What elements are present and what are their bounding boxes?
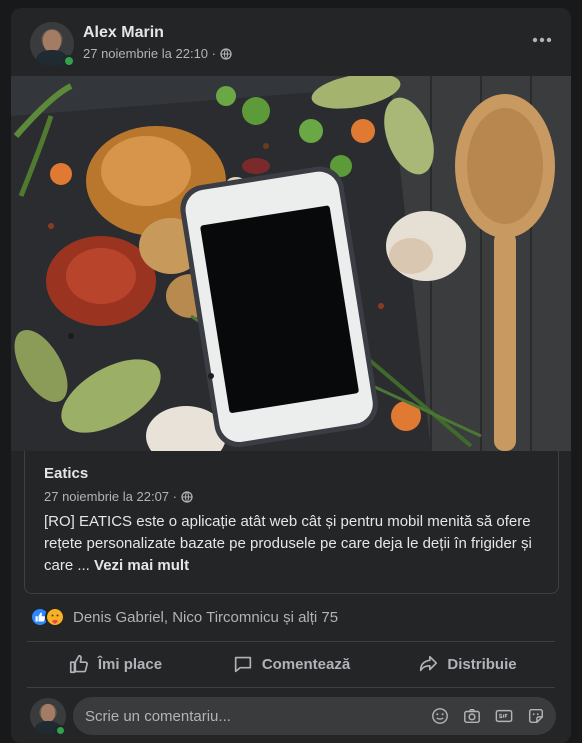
- comment-input-container: [73, 697, 556, 735]
- reaction-names[interactable]: Denis Gabriel, Nico Tircomnicu și alți 7…: [73, 609, 338, 626]
- like-label: Îmi place: [97, 655, 163, 673]
- camera-icon[interactable]: [462, 706, 482, 726]
- author-name[interactable]: Alex Marin: [83, 24, 164, 42]
- reactions-summary[interactable]: Denis Gabriel, Nico Tircomnicu și alți 7…: [30, 606, 338, 628]
- link-description: [RO] EATICS este o aplicație atât web câ…: [44, 511, 549, 577]
- link-meta: 27 noiembrie la 22:07 ·: [44, 489, 193, 504]
- care-icon: [45, 607, 65, 627]
- comment-label: Comentează: [261, 655, 351, 673]
- shared-link-preview[interactable]: Eatics 27 noiembrie la 22:07 · [RO] EATI…: [24, 451, 559, 594]
- online-status-dot: [63, 55, 75, 67]
- globe-icon: [220, 47, 232, 60]
- comment-input[interactable]: [73, 697, 413, 735]
- post-actions: Îmi place Comentează Distribuie: [27, 642, 555, 686]
- link-title[interactable]: Eatics: [44, 465, 88, 482]
- online-status-dot: [55, 725, 66, 736]
- post-meta: 27 noiembrie la 22:10 ·: [83, 46, 232, 61]
- share-button[interactable]: Distribuie: [379, 642, 555, 686]
- emoji-icon[interactable]: [430, 706, 450, 726]
- share-label: Distribuie: [447, 655, 517, 673]
- post-timestamp[interactable]: 27 noiembrie la 22:10 ·: [83, 46, 216, 61]
- globe-icon: [181, 490, 193, 503]
- post-image[interactable]: [11, 76, 571, 451]
- comment-icon: [234, 656, 251, 673]
- gif-icon[interactable]: [494, 706, 514, 726]
- link-timestamp[interactable]: 27 noiembrie la 22:07 ·: [44, 489, 177, 504]
- like-button[interactable]: Îmi place: [27, 642, 203, 686]
- more-horizontal-icon: [532, 37, 552, 43]
- more-options-button[interactable]: [527, 30, 557, 50]
- comment-tools: [430, 706, 546, 726]
- share-icon: [420, 655, 438, 672]
- post-card: Alex Marin 27 noiembrie la 22:10 · Eatic…: [11, 8, 571, 743]
- sticker-icon[interactable]: [526, 706, 546, 726]
- divider: [27, 687, 555, 688]
- comment-composer: [11, 696, 571, 740]
- food-phone-photo: [11, 76, 571, 451]
- see-more-link[interactable]: Vezi mai mult: [94, 557, 189, 574]
- post-header: Alex Marin 27 noiembrie la 22:10 ·: [11, 8, 571, 76]
- thumbs-up-icon: [69, 654, 88, 674]
- comment-button[interactable]: Comentează: [203, 642, 379, 686]
